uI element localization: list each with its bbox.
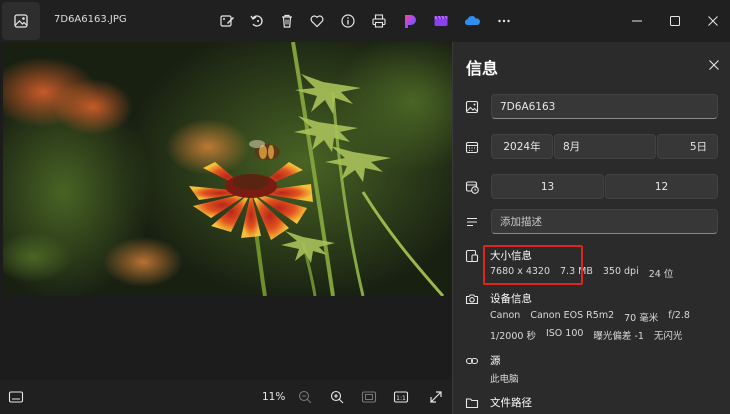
more-icon[interactable] xyxy=(494,11,514,31)
device-info-title: 设备信息 xyxy=(490,293,532,305)
source-title: 源 xyxy=(490,355,501,367)
maximize-icon[interactable] xyxy=(665,11,685,31)
time-minute-field[interactable]: 12 xyxy=(605,174,718,199)
camera-model: Canon EOS R5m2 xyxy=(530,310,615,321)
file-name-input[interactable]: 7D6A6163 xyxy=(491,94,718,119)
fullscreen-icon[interactable] xyxy=(427,388,445,406)
edit-image-icon[interactable] xyxy=(217,11,237,31)
title-bar: 7D6A6163.JPG xyxy=(0,0,730,42)
image-dpi: 350 dpi xyxy=(602,266,639,277)
info-icon[interactable] xyxy=(338,11,358,31)
designer-icon[interactable] xyxy=(400,11,420,31)
zoom-level: 11% xyxy=(262,391,286,403)
clock-calendar-icon xyxy=(464,179,480,195)
close-icon[interactable] xyxy=(703,11,723,31)
favorite-icon[interactable] xyxy=(307,11,327,31)
date-month-field[interactable]: 8月 xyxy=(554,134,656,159)
device-info-row-1: Canon Canon EOS R5m2 70 毫米 f/2.8 xyxy=(490,310,700,324)
bottom-toolbar: 11% 1:1 xyxy=(0,380,452,414)
photos-app-icon[interactable] xyxy=(2,2,40,40)
focal-length: 70 毫米 xyxy=(624,313,659,324)
actual-size-icon[interactable]: 1:1 xyxy=(392,388,410,406)
description-icon xyxy=(464,214,480,230)
zoom-out-icon[interactable] xyxy=(296,388,314,406)
clipchamp-icon[interactable] xyxy=(431,11,451,31)
minimize-icon[interactable] xyxy=(627,11,647,31)
iso: ISO 100 xyxy=(545,328,584,339)
file-path-title: 文件路径 xyxy=(490,397,532,409)
device-info-row-2: 1/2000 秒 ISO 100 曝光偏差 -1 无闪光 xyxy=(490,328,692,342)
print-icon[interactable] xyxy=(369,11,389,31)
svg-text:1:1: 1:1 xyxy=(396,395,406,402)
source-row: 此电脑 xyxy=(490,371,529,385)
flash: 无闪光 xyxy=(653,331,683,342)
fit-to-window-icon[interactable] xyxy=(360,388,378,406)
onedrive-icon[interactable] xyxy=(462,11,482,31)
delete-icon[interactable] xyxy=(277,11,297,31)
image-icon xyxy=(464,99,480,115)
camera-make: Canon xyxy=(490,310,521,321)
file-name: 7D6A6163.JPG xyxy=(54,14,127,25)
folder-icon xyxy=(464,395,480,411)
bit-depth: 24 位 xyxy=(648,269,674,280)
info-panel-title: 信息 xyxy=(466,59,499,78)
info-panel: 信息 7D6A6163 2024年 8月 5日 13 12 添加描述 大小信息 … xyxy=(452,42,730,414)
calendar-icon xyxy=(464,139,480,155)
flower-photo xyxy=(3,42,452,296)
size-info-highlight xyxy=(483,245,583,285)
source-value: 此电脑 xyxy=(490,374,519,385)
zoom-in-icon[interactable] xyxy=(328,388,346,406)
exposure-bias: 曝光偏差 -1 xyxy=(593,331,644,342)
aperture: f/2.8 xyxy=(668,310,690,321)
date-day-field[interactable]: 5日 xyxy=(657,134,718,159)
close-panel-icon[interactable] xyxy=(705,56,723,74)
description-input[interactable]: 添加描述 xyxy=(491,209,718,234)
filmstrip-icon[interactable] xyxy=(7,388,25,406)
exposure-time: 1/2000 秒 xyxy=(490,331,536,342)
time-hour-field[interactable]: 13 xyxy=(491,174,604,199)
rotate-icon[interactable] xyxy=(247,11,267,31)
photo-canvas[interactable] xyxy=(3,42,452,296)
link-icon xyxy=(464,353,480,369)
camera-icon xyxy=(464,291,480,307)
date-year-field[interactable]: 2024年 xyxy=(491,134,553,159)
image-size-icon xyxy=(464,248,480,264)
